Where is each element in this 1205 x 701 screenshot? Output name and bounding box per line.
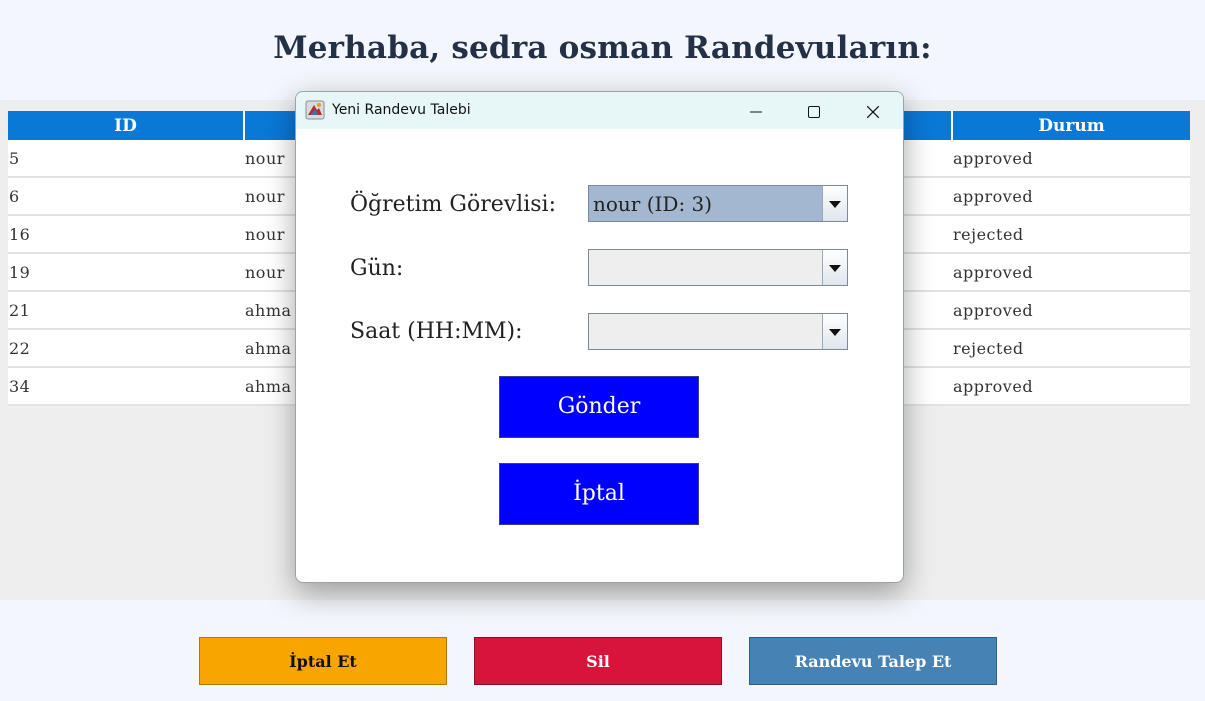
submit-button[interactable]: Gönder <box>499 376 699 438</box>
dialog-cancel-button[interactable]: İptal <box>499 463 699 525</box>
minimize-icon <box>750 111 762 112</box>
page-header: Merhaba, sedra osman Randevuların: <box>0 0 1205 100</box>
action-bar: İptal Et Sil Randevu Talep Et <box>0 600 1205 701</box>
maximize-icon <box>808 105 820 118</box>
page-title: Merhaba, sedra osman Randevuların: <box>273 30 932 66</box>
cell-status: approved <box>952 140 1190 178</box>
cell-status: rejected <box>952 215 1190 254</box>
dropdown-arrow-icon[interactable] <box>822 250 847 285</box>
maximize-button[interactable] <box>785 92 843 129</box>
day-select[interactable] <box>588 249 848 286</box>
cell-status: approved <box>952 177 1190 216</box>
time-label: Saat (HH:MM): <box>350 319 523 344</box>
close-button[interactable] <box>844 92 902 129</box>
day-label: Gün: <box>350 256 404 281</box>
time-select[interactable] <box>588 313 848 350</box>
cell-id: 16 <box>8 215 244 254</box>
request-appointment-button[interactable]: Randevu Talep Et <box>749 637 997 685</box>
column-header[interactable]: Durum <box>952 111 1190 140</box>
lecturer-label: Öğretim Görevlisi: <box>350 192 556 217</box>
lecturer-select-value: nour (ID: 3) <box>593 192 713 216</box>
cell-id: 21 <box>8 291 244 330</box>
lecturer-select[interactable]: nour (ID: 3) <box>588 185 848 222</box>
minimize-button[interactable] <box>727 92 785 129</box>
cell-id: 5 <box>8 140 244 178</box>
cell-id: 22 <box>8 329 244 368</box>
cell-status: approved <box>952 253 1190 292</box>
new-appointment-dialog: Yeni Randevu Talebi Öğretim Görevlisi: n… <box>295 91 904 583</box>
cell-status: rejected <box>952 329 1190 368</box>
dropdown-arrow-icon[interactable] <box>822 314 847 349</box>
app-icon <box>305 100 325 120</box>
dialog-title: Yeni Randevu Talebi <box>332 102 471 118</box>
column-header[interactable]: ID <box>8 111 245 140</box>
cell-id: 6 <box>8 177 244 216</box>
close-icon <box>866 105 880 118</box>
dialog-titlebar[interactable]: Yeni Randevu Talebi <box>296 92 903 129</box>
cell-status: approved <box>952 367 1190 406</box>
dropdown-arrow-icon[interactable] <box>822 186 847 221</box>
cell-status: approved <box>952 291 1190 330</box>
cancel-appointment-button[interactable]: İptal Et <box>199 637 447 685</box>
delete-button[interactable]: Sil <box>474 637 722 685</box>
cell-id: 34 <box>8 367 244 406</box>
cell-id: 19 <box>8 253 244 292</box>
